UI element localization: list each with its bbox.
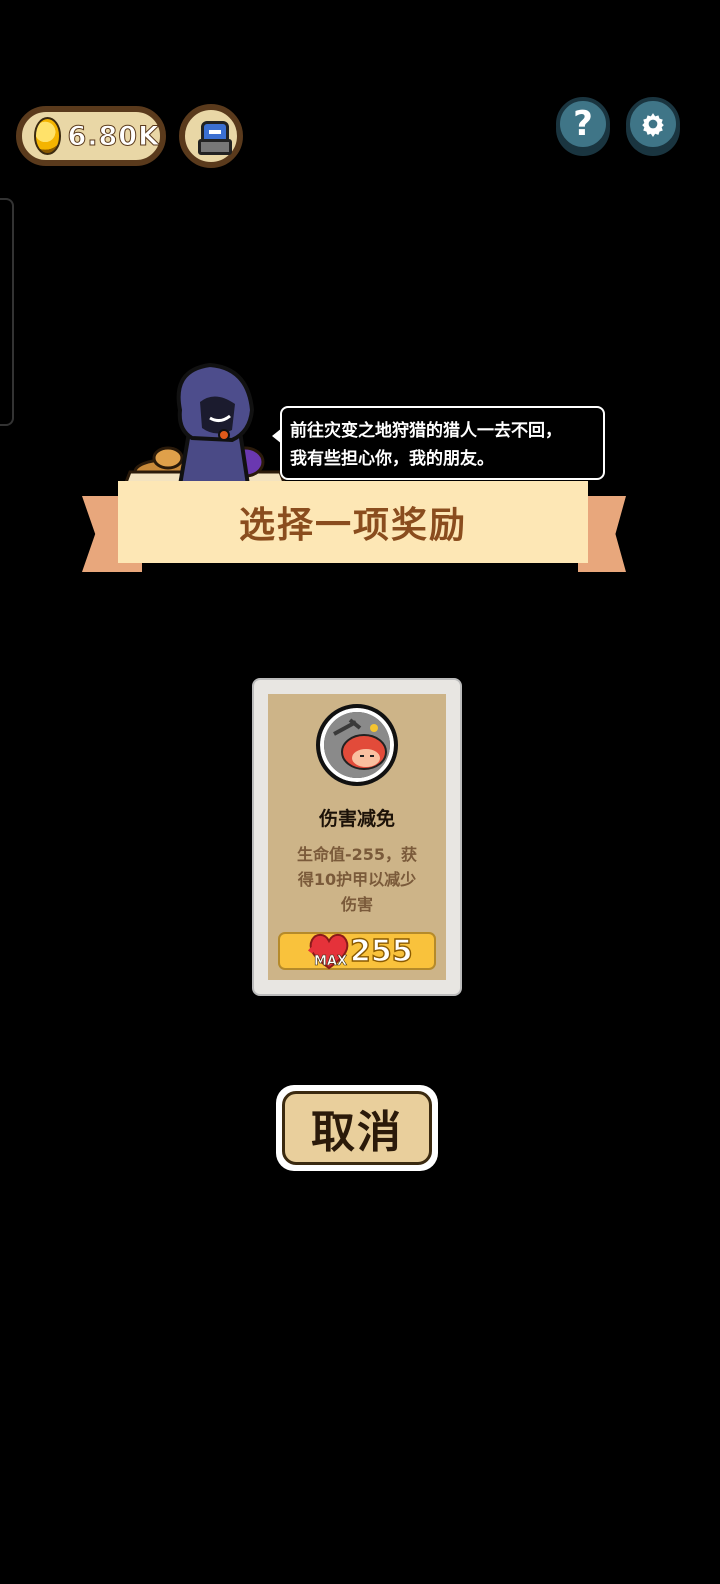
cancel-button[interactable]: 取消 xyxy=(276,1085,438,1171)
help-button[interactable]: ? xyxy=(556,97,610,151)
reward-card[interactable]: 伤害减免 生命值-255，获 得10护甲以减少 伤害 MAX 255 xyxy=(252,678,462,996)
reward-title-banner: 选择一项奖励 xyxy=(118,481,588,563)
question-icon: ? xyxy=(573,104,593,144)
coin-counter[interactable]: 6.80K xyxy=(16,106,166,166)
side-drawer-handle[interactable] xyxy=(0,198,14,426)
gear-icon xyxy=(642,113,664,137)
speech-line-2: 我有些担心你，我的朋友。 xyxy=(290,449,494,469)
banner-title: 选择一项奖励 xyxy=(238,505,467,546)
hooded-merchant-character xyxy=(122,362,288,487)
reward-name: 伤害减免 xyxy=(318,808,395,830)
speech-bubble: 前往灾变之地狩猎的猎人一去不回， 我有些担心你，我的朋友。 xyxy=(272,406,605,480)
cancel-label: 取消 xyxy=(282,1091,432,1165)
max-label: MAX xyxy=(314,954,348,970)
coin-amount: 6.80K xyxy=(67,120,160,152)
speech-line-1: 前往灾变之地狩猎的猎人一去不回， xyxy=(290,421,562,441)
reward-description: 生命值-255，获 得10护甲以减少 伤害 xyxy=(296,845,418,914)
max-hp-bar: MAX 255 xyxy=(278,932,436,970)
settings-button[interactable] xyxy=(626,97,680,151)
coin-icon xyxy=(34,117,62,155)
chest-button[interactable] xyxy=(179,104,243,168)
shield-hero-icon xyxy=(316,704,398,786)
max-hp-value: 255 xyxy=(349,933,413,969)
